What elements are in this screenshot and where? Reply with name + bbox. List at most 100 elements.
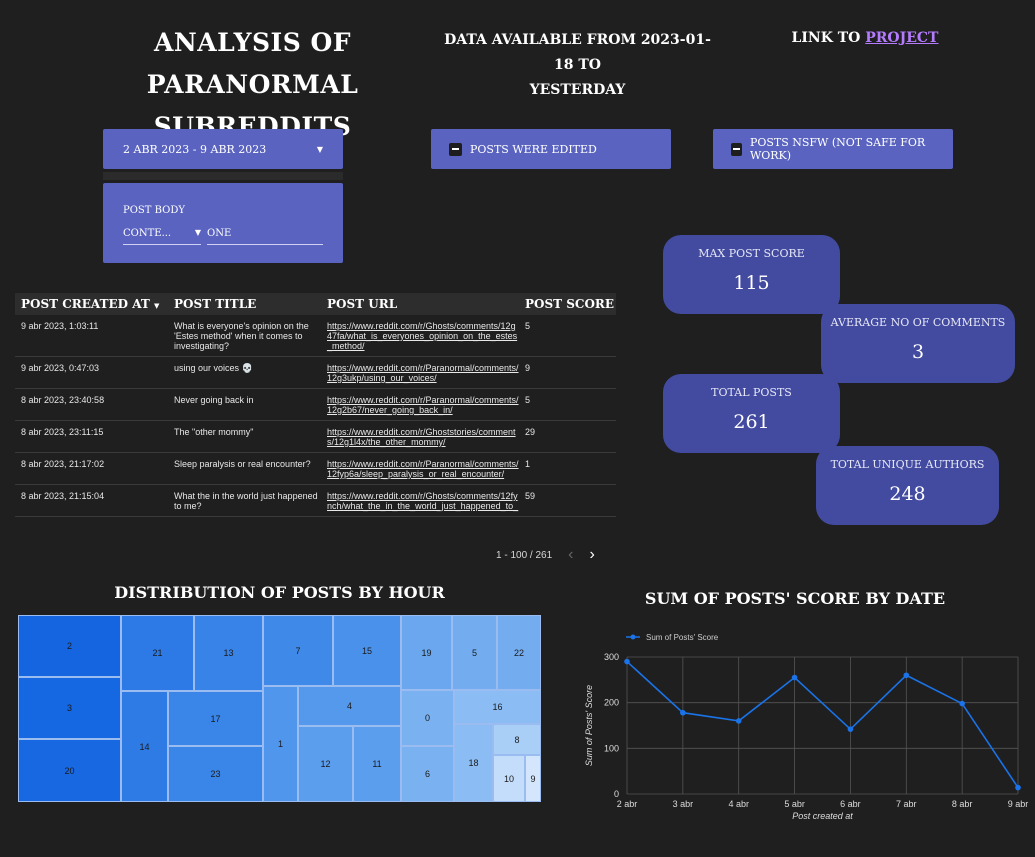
series-line [626,660,1019,789]
cell-created: 9 abr 2023, 0:47:03 [21,363,100,373]
treemap-tile[interactable]: 1 [263,686,298,802]
dropdown-arrow-icon: ▼ [316,144,323,154]
table-body: 9 abr 2023, 1:03:11 What is everyone's op… [15,315,616,541]
cell-score: 1 [525,459,531,469]
treemap-tile[interactable]: 5 [452,615,497,690]
edited-filter-label: Posts were edited [470,142,597,156]
x-tick-label: 3 abr [673,799,694,809]
cell-url[interactable]: https://www.reddit.com/r/Ghoststories/co… [321,427,519,447]
treemap-tile[interactable]: 3 [18,677,121,739]
data-availability-text: Data available from 2023-01-18 to yester… [444,32,711,98]
table-header: Post created at ▼ Post title Post URL Po… [15,293,616,315]
treemap-tile[interactable]: 9 [525,755,541,802]
project-link[interactable]: project [865,30,938,46]
cell-title: Never going back in [174,395,254,405]
nsfw-checkbox-filter[interactable]: Posts NSFW (Not safe for work) [713,129,953,169]
data-point [847,726,854,732]
treemap-tile[interactable]: 19 [401,615,452,690]
data-point [1015,784,1021,791]
cell-title: The "other mommy" [174,427,254,437]
cell-score: 59 [525,491,536,501]
checkbox-indeterminate-icon[interactable] [731,142,742,156]
column-header-score[interactable]: Post score [519,297,616,311]
column-header-title[interactable]: Post title [168,297,321,311]
date-range-value: 2 abr 2023 - 9 abr 2023 [123,142,267,156]
data-point [903,672,910,679]
unique-authors-card: Total unique authors 248 [816,446,999,525]
cell-created: 8 abr 2023, 21:15:04 [21,491,105,501]
cell-url[interactable]: https://www.reddit.com/r/Paranormal/comm… [321,395,519,415]
treemap-tile[interactable]: 11 [353,726,401,802]
y-tick-label: 0 [614,789,619,799]
x-tick-label: 2 abr [617,799,638,809]
cell-title: Sleep paralysis or real encounter? [174,459,311,469]
table-row[interactable]: 9 abr 2023, 1:03:11 What is everyone's op… [15,315,616,357]
edited-checkbox-filter[interactable]: Posts were edited [431,129,671,169]
chevron-left-icon[interactable]: ‹ [568,546,573,564]
nsfw-filter-label: Posts NSFW (Not safe for work) [749,136,926,162]
cell-score: 29 [525,427,536,437]
cell-url[interactable]: https://www.reddit.com/r/Paranormal/comm… [321,459,519,479]
table-row[interactable]: 9 abr 2023, 0:47:03 using our voices 💀 htt… [15,357,616,389]
cell-created: 8 abr 2023, 23:40:58 [21,395,105,405]
x-tick-label: 7 abr [896,799,917,809]
legend-label: Sum of Posts' Score [646,633,719,642]
treemap-tile[interactable]: 12 [298,726,353,802]
treemap-tile[interactable]: 10 [493,755,525,802]
column-header-created[interactable]: Post created at ▼ [15,297,168,311]
treemap-tile[interactable]: 20 [18,739,121,802]
post-body-input[interactable]: one [207,228,323,245]
post-body-filter: Post Body Conte... ▼ one [103,183,343,263]
y-tick-label: 300 [604,652,619,662]
treemap-tile[interactable]: 23 [168,746,263,802]
data-point [735,718,742,724]
date-picker-underline [103,172,343,180]
treemap-tile[interactable]: 13 [194,615,263,691]
project-link-text: Link to project [791,30,939,46]
table-row[interactable]: 8 abr 2023, 23:40:58 Never going back in h… [15,389,616,421]
cell-url[interactable]: https://www.reddit.com/r/Ghosts/comments… [321,321,519,351]
cell-url[interactable]: https://www.reddit.com/r/Paranormal/comm… [321,363,519,383]
cell-title: What is everyone's opinion on the 'Estes… [174,321,309,351]
table-pagination: 1 - 100 / 261 ‹ › [496,546,595,564]
operator-select[interactable]: Conte... ▼ [123,228,201,245]
column-header-url[interactable]: Post URL [321,297,519,311]
cell-title: using our voices 💀 [174,363,253,373]
line-chart-title: Sum of posts' score by date [644,589,946,608]
table-row[interactable]: 8 abr 2023, 21:17:02 Sleep paralysis or r… [15,453,616,485]
treemap-tile[interactable]: 14 [121,691,168,802]
score-line-chart: Sum of Posts' Score 0 100 200 300 2 abr 3 abr 4… [584,633,1028,821]
y-tick-label: 100 [604,743,619,753]
treemap-tile[interactable]: 16 [454,690,541,724]
x-tick-label: 8 abr [952,799,973,809]
legend-marker [630,634,636,640]
data-point [624,658,630,665]
cell-url[interactable]: https://www.reddit.com/r/Ghosts/comments… [321,491,519,511]
cell-created: 8 abr 2023, 21:17:02 [21,459,105,469]
checkbox-indeterminate-icon[interactable] [449,142,462,156]
treemap-tile[interactable]: 4 [298,686,401,726]
y-axis-label: Sum of Posts' Score [584,685,594,766]
sort-arrow-icon: ▼ [154,301,160,310]
treemap-tile[interactable]: 17 [168,691,263,746]
cell-score: 5 [525,321,531,331]
cell-created: 8 abr 2023, 23:11:15 [21,427,104,437]
treemap-tile[interactable]: 21 [121,615,194,691]
hour-treemap: 2 3 20 21 13 14 17 23 7 15 1 4 12 11 19 5 22 0 6 16 18 8 10 9 [18,615,541,802]
y-tick-label: 200 [604,698,619,708]
treemap-tile[interactable]: 8 [493,724,541,755]
treemap-tile[interactable]: 6 [401,746,454,802]
x-axis-label: Post created at [792,811,853,821]
table-row[interactable]: 8 abr 2023, 21:15:04 What the in the worl… [15,485,616,517]
treemap-tile[interactable]: 7 [263,615,333,686]
treemap-tile[interactable]: 22 [497,615,541,690]
table-row[interactable]: 8 abr 2023, 23:11:15 The "other mommy" htt… [15,421,616,453]
chevron-right-icon[interactable]: › [589,546,594,564]
post-body-label: Post Body [123,205,185,216]
date-range-picker[interactable]: 2 abr 2023 - 9 abr 2023 ▼ [103,129,343,169]
treemap-tile[interactable]: 15 [333,615,401,686]
treemap-tile[interactable]: 18 [454,724,493,802]
treemap-tile[interactable]: 0 [401,690,454,746]
pagination-range: 1 - 100 / 261 [496,549,553,561]
treemap-tile[interactable]: 2 [18,615,121,677]
